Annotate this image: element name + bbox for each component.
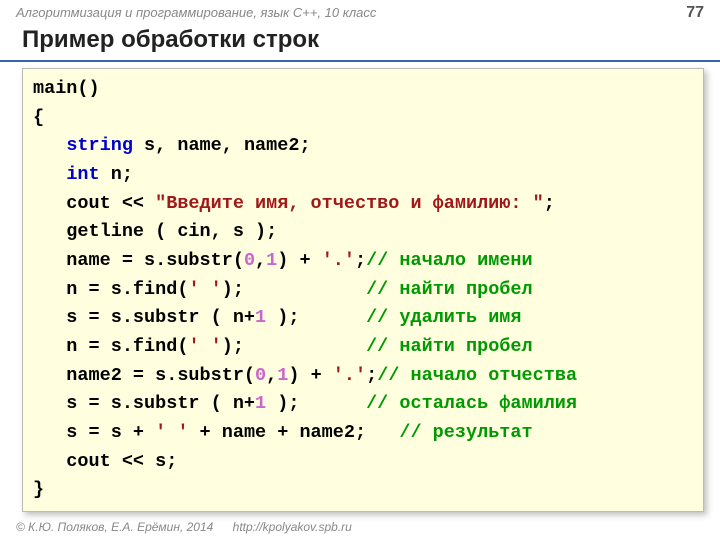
code-block: main() { string s, name, name2; int n; c… <box>22 68 704 512</box>
code-line: string s, name, name2; <box>33 135 311 156</box>
copyright: © К.Ю. Поляков, Е.А. Ерёмин, 2014 <box>16 520 213 534</box>
code-line: } <box>33 479 44 500</box>
header-bar: Алгоритмизация и программирование, язык … <box>0 0 720 24</box>
code-line: s = s.substr ( n+1 ); // осталась фамили… <box>33 393 577 414</box>
footer-url: http://kpolyakov.spb.ru <box>233 520 352 534</box>
footer: © К.Ю. Поляков, Е.А. Ерёмин, 2014 http:/… <box>16 520 352 534</box>
code-line: cout << "Введите имя, отчество и фамилию… <box>33 193 555 214</box>
code-line: int n; <box>33 164 133 185</box>
code-line: main() <box>33 78 100 99</box>
code-line: cout << s; <box>33 451 177 472</box>
code-line: name2 = s.substr(0,1) + '.';// начало от… <box>33 365 577 386</box>
code-line: s = s + ' ' + name + name2; // результат <box>33 422 533 443</box>
code-line: n = s.find(' '); // найти пробел <box>33 279 533 300</box>
page-title: Пример обработки строк <box>0 24 720 62</box>
code-line: s = s.substr ( n+1 ); // удалить имя <box>33 307 522 328</box>
code-line: getline ( cin, s ); <box>33 221 277 242</box>
code-line: { <box>33 107 44 128</box>
page-number: 77 <box>686 4 704 22</box>
code-line: n = s.find(' '); // найти пробел <box>33 336 533 357</box>
subject-line: Алгоритмизация и программирование, язык … <box>16 5 376 20</box>
code-line: name = s.substr(0,1) + '.';// начало име… <box>33 250 533 271</box>
